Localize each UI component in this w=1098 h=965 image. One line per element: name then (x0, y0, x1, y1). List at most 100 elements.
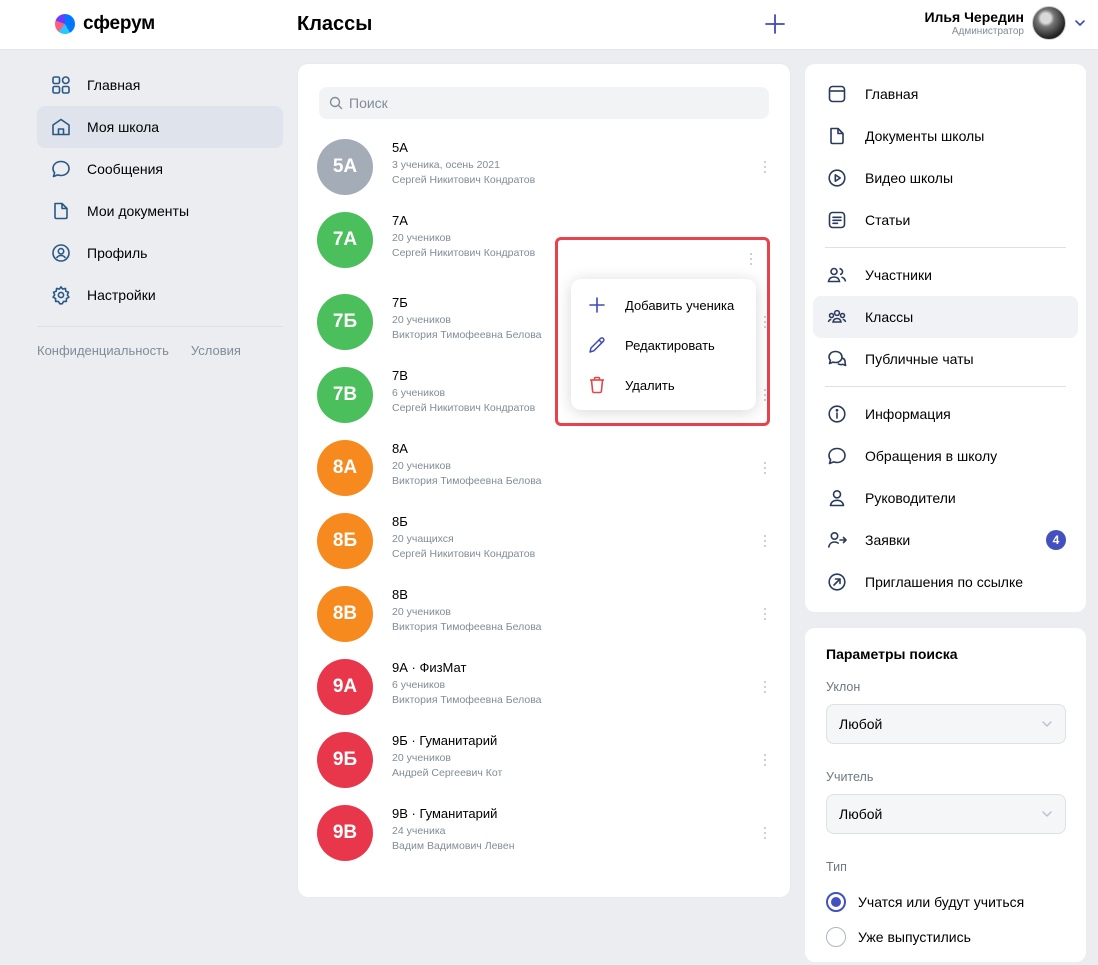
privacy-link[interactable]: Конфиденциальность (37, 343, 169, 358)
radio-selected[interactable] (826, 891, 846, 912)
class-meta: 6 учеников (392, 679, 446, 691)
logo[interactable]: сферум (55, 13, 155, 35)
class-name: 9Б · Гуманитарий (392, 733, 498, 748)
plus-icon (589, 297, 605, 313)
type-option-current[interactable]: Учатся или будут учиться (826, 884, 1066, 919)
class-list-item[interactable]: 9Б 9Б · Гуманитарий 20 учеников Андрей Серг… (317, 725, 769, 795)
sidebar-item-my-documents[interactable]: Мои документы (37, 190, 283, 232)
radio-unselected[interactable] (826, 926, 846, 947)
class-name: 9А · ФизМат (392, 660, 467, 675)
class-list-item[interactable]: 8Б 8Б 20 учащихся Сергей Никитович Кондрато… (317, 506, 769, 576)
divider (825, 247, 1066, 248)
teacher-label: Учитель (826, 770, 874, 784)
section-label: Приглашения по ссылке (865, 574, 1024, 590)
section-articles[interactable]: Статьи (813, 199, 1078, 241)
slant-value: Любой (839, 716, 883, 732)
more-icon[interactable] (761, 752, 769, 768)
class-list-item[interactable]: 5А 5А 3 ученика, осень 2021 Сергей Никитови… (317, 132, 769, 202)
more-icon[interactable] (761, 679, 769, 695)
class-avatar: 9В (317, 805, 373, 861)
section-label: Публичные чаты (865, 351, 974, 367)
more-icon[interactable] (747, 251, 755, 267)
type-option-graduated[interactable]: Уже выпустились (826, 919, 1066, 954)
search-input[interactable] (349, 95, 749, 111)
chevron-down-icon (1042, 811, 1052, 817)
delete-menu-item[interactable]: Удалить (571, 365, 756, 405)
classes-icon (827, 309, 847, 323)
section-classes[interactable]: Классы (813, 296, 1078, 338)
edit-menu-item[interactable]: Редактировать (571, 325, 756, 365)
sidebar-item-label: Главная (87, 77, 141, 93)
class-list-item[interactable]: 9В 9В · Гуманитарий 24 ученика Вадим Вадимо… (317, 798, 769, 868)
class-meta: 6 учеников (392, 387, 446, 399)
more-icon[interactable] (761, 825, 769, 841)
section-school-documents[interactable]: Документы школы (813, 115, 1078, 157)
applications-count-badge: 4 (1046, 530, 1066, 550)
class-meta: 20 учащихся (392, 533, 454, 545)
section-managers[interactable]: Руководители (813, 477, 1078, 519)
sidebar-item-home[interactable]: Главная (37, 64, 283, 106)
pencil-icon (589, 337, 605, 353)
class-teacher: Виктория Тимофеевна Белова (392, 621, 542, 633)
more-icon[interactable] (761, 606, 769, 622)
section-label: Главная (865, 86, 919, 102)
more-icon[interactable] (761, 533, 769, 549)
user-menu[interactable]: Илья Чередин Администратор (924, 6, 1086, 40)
profile-icon (52, 244, 70, 262)
sidebar-item-settings[interactable]: Настройки (37, 274, 283, 316)
section-applications[interactable]: Заявки 4 (813, 519, 1078, 561)
more-icon[interactable] (761, 159, 769, 175)
slant-select[interactable]: Любой (826, 704, 1066, 744)
add-student-menu-item[interactable]: Добавить ученика (571, 285, 756, 325)
sidebar-item-label: Профиль (87, 245, 148, 261)
avatar[interactable] (1032, 6, 1066, 40)
trash-icon (590, 376, 604, 394)
chevron-down-icon (1042, 721, 1052, 727)
message-icon (828, 447, 846, 465)
sidebar-item-my-school[interactable]: Моя школа (37, 106, 283, 148)
class-list-item[interactable]: 8А 8А 20 учеников Виктория Тимофеевна Белов… (317, 433, 769, 503)
class-avatar: 8В (317, 586, 373, 642)
class-avatar: 9А (317, 659, 373, 715)
section-link-invitations[interactable]: Приглашения по ссылке (813, 561, 1078, 603)
user-arrow-icon (828, 531, 847, 548)
terms-link[interactable]: Условия (191, 343, 241, 358)
settings-icon (52, 286, 70, 305)
play-icon (828, 169, 846, 187)
class-teacher: Виктория Тимофеевна Белова (392, 329, 542, 341)
class-teacher: Виктория Тимофеевна Белова (392, 475, 542, 487)
section-label: Классы (865, 309, 914, 325)
teacher-select[interactable]: Любой (826, 794, 1066, 834)
sferum-logo-icon (55, 14, 75, 34)
create-plus-icon[interactable] (762, 11, 788, 37)
class-name: 8В (392, 587, 408, 602)
divider (37, 326, 283, 327)
section-school-requests[interactable]: Обращения в школу (813, 435, 1078, 477)
class-teacher: Сергей Никитович Кондратов (392, 548, 536, 560)
class-meta: 20 учеников (392, 460, 451, 472)
class-list-item[interactable]: 9А 9А · ФизМат 6 учеников Виктория Тимофеев… (317, 652, 769, 722)
section-label: Обращения в школу (865, 448, 998, 464)
class-name: 8Б (392, 514, 408, 529)
section-members[interactable]: Участники (813, 254, 1078, 296)
section-information[interactable]: Информация (813, 393, 1078, 435)
class-meta: 20 учеников (392, 232, 451, 244)
sidebar-item-profile[interactable]: Профиль (37, 232, 283, 274)
class-list-item[interactable]: 8В 8В 20 учеников Виктория Тимофеевна Белов… (317, 579, 769, 649)
section-label: Заявки (865, 532, 911, 548)
class-teacher: Сергей Никитович Кондратов (392, 402, 536, 414)
class-teacher: Андрей Сергеевич Кот (392, 767, 503, 779)
sidebar-item-label: Мои документы (87, 203, 190, 219)
search-box[interactable] (319, 87, 769, 119)
section-home[interactable]: Главная (813, 73, 1078, 115)
class-teacher: Виктория Тимофеевна Белова (392, 694, 542, 706)
user-icon (829, 490, 845, 507)
menu-item-label: Добавить ученика (625, 297, 735, 313)
section-public-chats[interactable]: Публичные чаты (813, 338, 1078, 380)
more-icon[interactable] (761, 460, 769, 476)
sidebar-item-messages[interactable]: Сообщения (37, 148, 283, 190)
chevron-down-icon[interactable] (1074, 17, 1086, 29)
class-avatar: 8Б (317, 513, 373, 569)
home-grid-icon (52, 76, 70, 94)
section-school-video[interactable]: Видео школы (813, 157, 1078, 199)
